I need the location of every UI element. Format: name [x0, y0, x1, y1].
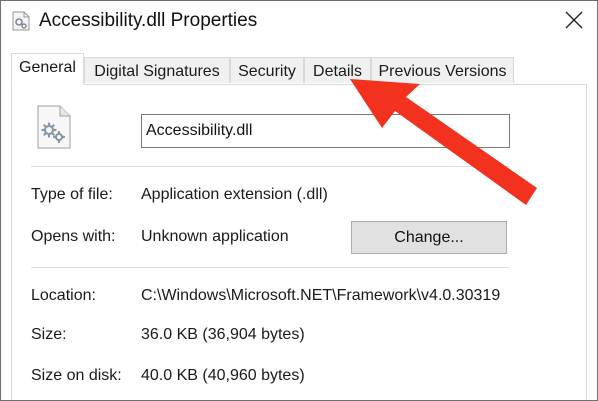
opens-with-value: Unknown application	[141, 228, 289, 245]
size-label: Size:	[31, 326, 67, 343]
title-bar: Accessibility.dll Properties	[1, 1, 597, 43]
location-label: Location:	[31, 287, 96, 304]
size-on-disk-label: Size on disk:	[31, 367, 122, 384]
window-title: Accessibility.dll Properties	[39, 10, 258, 31]
type-of-file-label: Type of file:	[31, 186, 113, 203]
tab-general[interactable]: General	[11, 53, 84, 85]
tab-previous-versions[interactable]: Previous Versions	[371, 57, 514, 83]
tab-details[interactable]: Details	[304, 57, 371, 83]
properties-dialog: Accessibility.dll Properties General Dig…	[0, 0, 598, 401]
close-button[interactable]	[551, 1, 597, 41]
change-button[interactable]: Change...	[351, 221, 507, 254]
size-on-disk-value: 40.0 KB (40,960 bytes)	[141, 367, 305, 384]
location-value: C:\Windows\Microsoft.NET\Framework\v4.0.…	[141, 287, 501, 304]
tab-strip: General Digital Signatures Security Deta…	[11, 53, 587, 85]
gears-file-icon	[37, 105, 71, 149]
divider	[31, 267, 509, 268]
tab-security[interactable]: Security	[230, 57, 304, 83]
divider	[31, 166, 509, 167]
size-value: 36.0 KB (36,904 bytes)	[141, 326, 305, 343]
type-of-file-value: Application extension (.dll)	[141, 186, 328, 203]
close-icon	[565, 11, 583, 29]
file-name-input[interactable]	[141, 114, 510, 148]
dll-file-icon	[12, 11, 30, 31]
tab-digital-signatures[interactable]: Digital Signatures	[84, 57, 230, 83]
opens-with-label: Opens with:	[31, 228, 116, 245]
